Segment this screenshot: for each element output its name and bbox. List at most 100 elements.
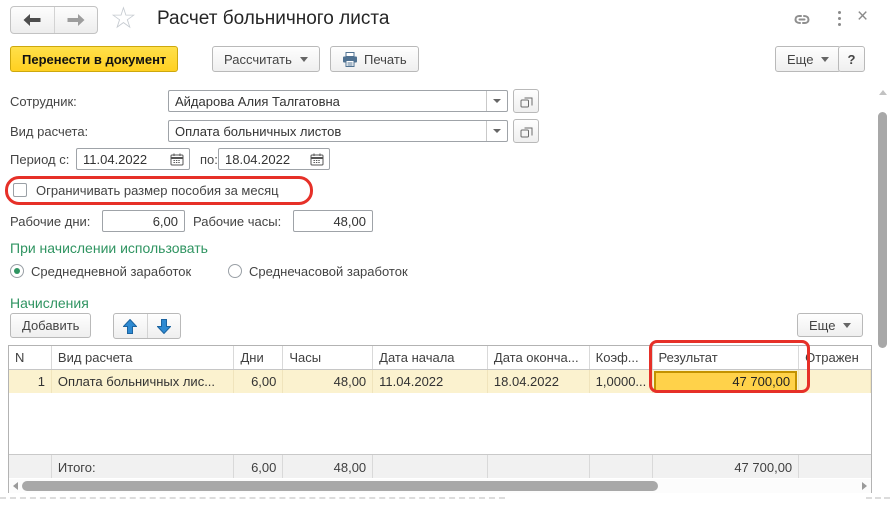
employee-field[interactable]: Айдарова Алия Талгатовна <box>168 90 508 112</box>
column-header-days[interactable]: Дни <box>234 346 283 369</box>
favorite-star-icon[interactable]: ☆ <box>110 2 137 36</box>
limit-benefit-checkbox[interactable] <box>13 183 27 197</box>
open-window-icon <box>520 125 533 138</box>
column-header-reflection[interactable]: Отражен <box>799 346 871 369</box>
employee-open-button[interactable] <box>513 89 539 113</box>
more-vertical-icon[interactable] <box>838 11 842 26</box>
arrow-up-icon <box>123 319 137 334</box>
table-row[interactable]: 1 Оплата больничных лис... 6,00 48,00 11… <box>9 370 871 393</box>
total-hours: 48,00 <box>283 455 373 478</box>
employee-dropdown-button[interactable] <box>486 91 507 111</box>
caret-down-icon <box>843 323 851 328</box>
calc-type-open-button[interactable] <box>513 119 539 143</box>
limit-benefit-label: Ограничивать размер пособия за месяц <box>36 183 279 198</box>
cell-end-date[interactable]: 18.04.2022 <box>488 370 590 393</box>
caret-down-icon <box>821 57 829 62</box>
period-from-value: 11.04.2022 <box>77 152 165 167</box>
column-header-start-date[interactable]: Дата начала <box>373 346 488 369</box>
total-result: 47 700,00 <box>653 455 800 478</box>
cell-days[interactable]: 6,00 <box>234 370 283 393</box>
caret-down-icon <box>493 99 501 103</box>
scroll-left-icon[interactable] <box>13 482 18 490</box>
window-bottom-divider <box>0 497 505 499</box>
cell-hours[interactable]: 48,00 <box>283 370 373 393</box>
calendar-icon[interactable] <box>305 149 329 169</box>
accruals-table: N Вид расчета Дни Часы Дата начала Дата … <box>8 345 872 493</box>
arrow-down-icon <box>157 319 171 334</box>
column-header-end-date[interactable]: Дата оконча... <box>488 346 590 369</box>
scroll-right-icon[interactable] <box>862 482 867 490</box>
move-row-up-button[interactable] <box>114 314 148 338</box>
column-header-type[interactable]: Вид расчета <box>52 346 235 369</box>
horizontal-scrollbar-thumb[interactable] <box>22 481 658 491</box>
help-button[interactable]: ? <box>838 46 865 72</box>
arrow-right-icon <box>67 14 85 26</box>
table-empty-area[interactable] <box>9 393 871 454</box>
work-hours-label: Рабочие часы: <box>193 214 281 229</box>
table-total-row: Итого: 6,00 48,00 47 700,00 <box>9 454 871 478</box>
caret-down-icon <box>300 57 308 62</box>
total-cell-coef <box>590 455 653 478</box>
radio-average-daily-label: Среднедневной заработок <box>31 264 191 279</box>
active-result-cell[interactable]: 47 700,00 <box>654 371 798 392</box>
period-to-label: по: <box>200 152 218 167</box>
transfer-to-document-button[interactable]: Перенести в документ <box>10 46 178 72</box>
cell-start-date[interactable]: 11.04.2022 <box>373 370 488 393</box>
cell-coefficient[interactable]: 1,0000... <box>590 370 653 393</box>
cell-result[interactable]: 47 700,00 <box>653 370 800 393</box>
close-icon[interactable]: × <box>857 6 868 28</box>
period-from-label: Период с: <box>10 152 69 167</box>
accrual-basis-header: При начислении использовать <box>10 240 208 256</box>
vertical-scrollbar[interactable] <box>876 88 889 500</box>
calc-type-field[interactable]: Оплата больничных листов <box>168 120 508 142</box>
caret-down-icon <box>493 129 501 133</box>
calendar-icon[interactable] <box>165 149 189 169</box>
arrow-left-icon <box>23 14 41 26</box>
table-header-row: N Вид расчета Дни Часы Дата начала Дата … <box>9 346 871 370</box>
more-label: Еще <box>787 52 813 67</box>
column-header-hours[interactable]: Часы <box>283 346 373 369</box>
transfer-to-document-label: Перенести в документ <box>22 52 166 67</box>
open-window-icon <box>520 95 533 108</box>
period-to-field[interactable]: 18.04.2022 <box>218 148 330 170</box>
total-cell-start <box>373 455 488 478</box>
cell-n[interactable]: 1 <box>9 370 52 393</box>
total-label: Итого: <box>52 455 235 478</box>
move-row-group <box>113 313 181 339</box>
more-button-top[interactable]: Еще <box>775 46 841 72</box>
link-icon[interactable] <box>792 11 812 29</box>
work-days-field[interactable]: 6,00 <box>102 210 185 232</box>
scroll-up-icon[interactable] <box>879 90 887 95</box>
total-cell-end <box>488 455 590 478</box>
radio-average-daily[interactable] <box>10 264 24 278</box>
period-to-value: 18.04.2022 <box>219 152 305 167</box>
column-header-result[interactable]: Результат <box>653 346 800 369</box>
calculate-button[interactable]: Рассчитать <box>212 46 320 72</box>
table-more-button[interactable]: Еще <box>797 313 863 337</box>
back-button[interactable] <box>11 7 55 33</box>
help-label: ? <box>848 52 856 67</box>
work-hours-field[interactable]: 48,00 <box>293 210 373 232</box>
print-button[interactable]: Печать <box>330 46 419 72</box>
horizontal-scrollbar[interactable] <box>9 479 871 493</box>
cell-reflection[interactable] <box>799 370 871 393</box>
forward-button[interactable] <box>55 7 98 33</box>
add-row-button[interactable]: Добавить <box>10 313 91 338</box>
calc-type-label: Вид расчета: <box>10 124 88 139</box>
column-header-coefficient[interactable]: Коэф... <box>590 346 653 369</box>
column-header-n[interactable]: N <box>9 346 52 369</box>
page-title: Расчет больничного листа <box>157 8 389 30</box>
cell-type[interactable]: Оплата больничных лис... <box>52 370 235 393</box>
total-cell-reflection <box>799 455 871 478</box>
employee-value: Айдарова Алия Талгатовна <box>169 94 486 109</box>
vertical-scrollbar-thumb[interactable] <box>878 112 887 348</box>
add-row-label: Добавить <box>22 318 79 333</box>
move-row-down-button[interactable] <box>148 314 181 338</box>
table-more-label: Еще <box>809 318 835 333</box>
window-bottom-divider <box>866 497 890 499</box>
calc-type-dropdown-button[interactable] <box>486 121 507 141</box>
period-from-field[interactable]: 11.04.2022 <box>76 148 190 170</box>
radio-average-hourly[interactable] <box>228 264 242 278</box>
calc-type-value: Оплата больничных листов <box>169 124 486 139</box>
nav-history-group <box>10 6 98 34</box>
